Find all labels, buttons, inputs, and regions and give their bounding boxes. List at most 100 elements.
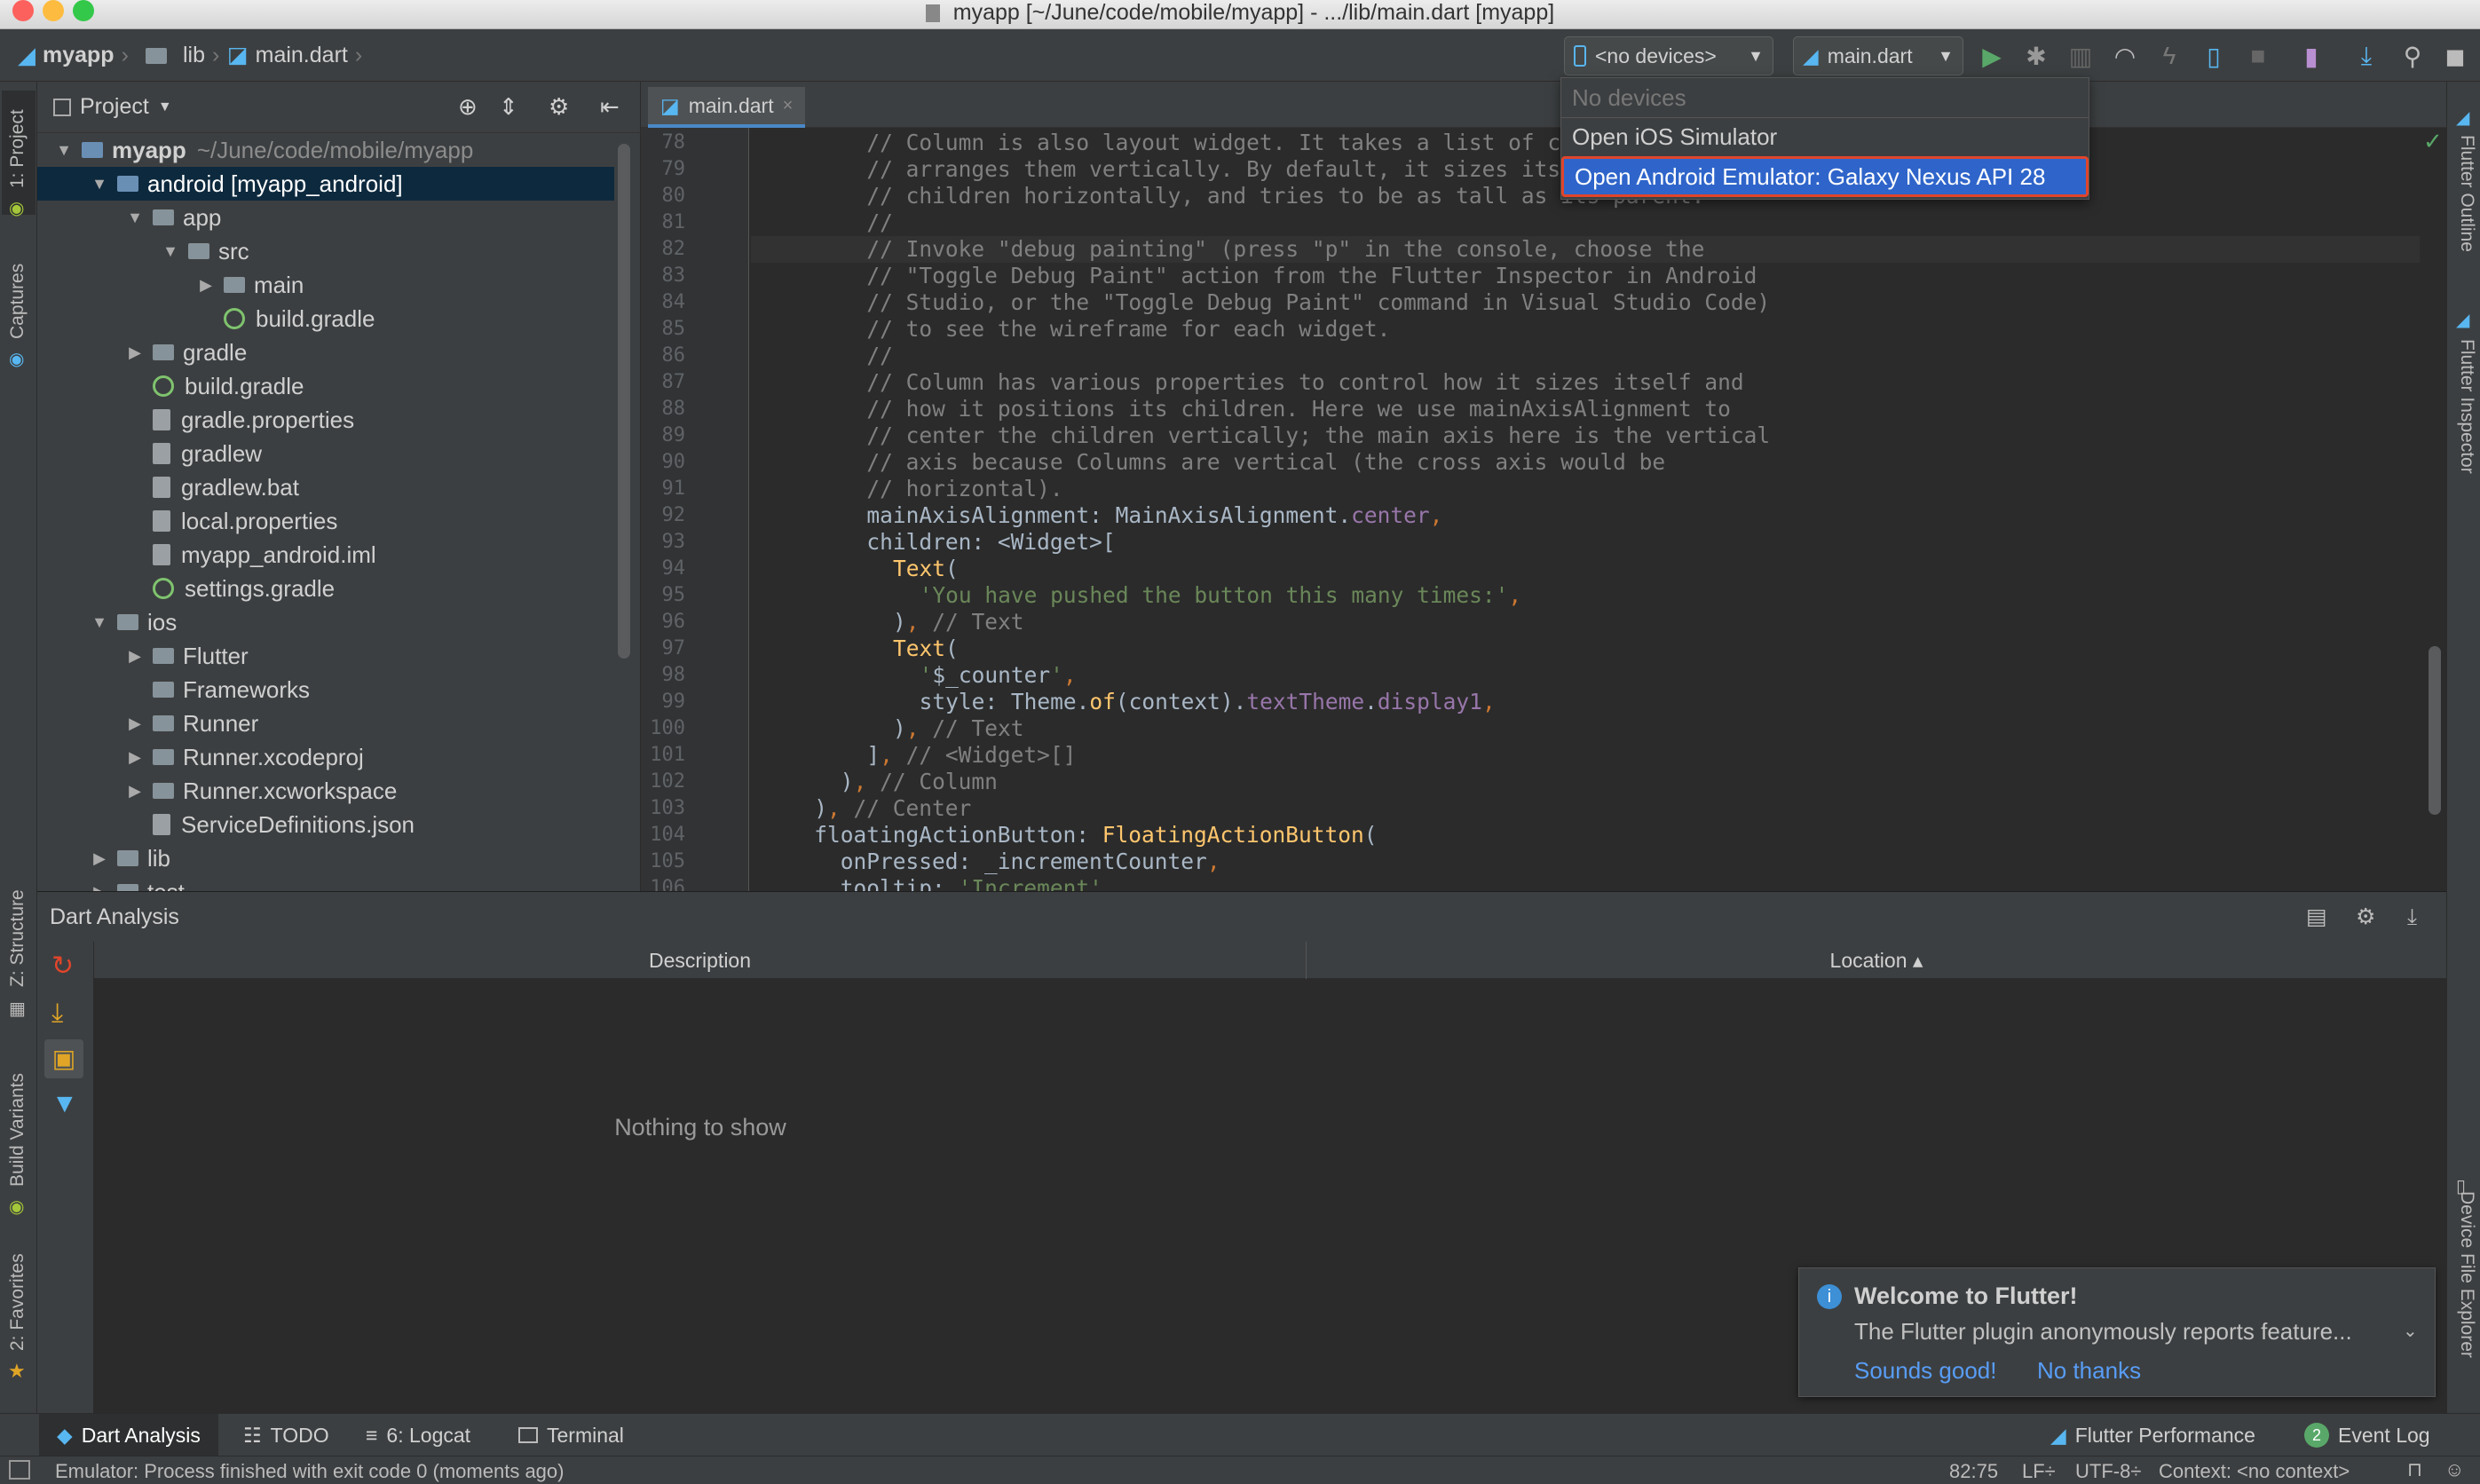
tab-favorites[interactable]: 2: Favorites <box>7 1253 28 1351</box>
breadcrumb-project[interactable]: ◢ myapp › <box>18 29 129 82</box>
expand-arrow-icon[interactable]: ▼ <box>160 242 181 261</box>
collapse-arrow-icon[interactable]: ▶ <box>124 748 146 767</box>
zoom-window-button[interactable] <box>73 0 94 21</box>
location-column-header[interactable]: Location ▴ <box>1307 942 2446 979</box>
minimize-window-button[interactable] <box>43 0 64 21</box>
breadcrumb-folder[interactable]: lib › <box>146 29 219 82</box>
chevron-down-icon[interactable]: ▼ <box>158 99 172 115</box>
debug-icon[interactable]: ✱ <box>2020 40 2052 72</box>
tree-item[interactable]: build.gradle <box>37 369 614 403</box>
tree-item[interactable]: ▶ gradle <box>37 335 614 369</box>
tab-structure[interactable]: Z: Structure <box>7 889 28 987</box>
tree-item[interactable]: ▶ main <box>37 268 614 302</box>
collapse-arrow-icon[interactable]: ▶ <box>124 343 146 362</box>
cursor-position[interactable]: 82:75 <box>1949 1460 1998 1483</box>
editor-scrollbar[interactable] <box>2429 646 2441 815</box>
context-indicator[interactable]: Context: <no context> <box>2159 1460 2350 1483</box>
tree-item[interactable]: build.gradle <box>37 302 614 335</box>
hide-panel-icon[interactable]: ⤓ <box>2407 892 2417 942</box>
group-icon[interactable]: ▣ <box>44 1039 83 1078</box>
chevron-down-icon[interactable]: ⌄ <box>2403 1320 2418 1342</box>
open-android-emulator-item[interactable]: Open Android Emulator: Galaxy Nexus API … <box>1561 156 2089 197</box>
stop-icon[interactable]: ■ <box>2242 40 2274 72</box>
code-area[interactable]: // Column is also layout widget. It take… <box>751 128 2420 891</box>
tree-item[interactable]: myapp_android.iml <box>37 538 614 572</box>
run-configuration-selector[interactable]: ◢ main.dart ▼ <box>1793 36 1963 75</box>
no-thanks-link[interactable]: No thanks <box>2037 1357 2141 1385</box>
tab-event-log[interactable]: 2 Event Log <box>2304 1414 2430 1456</box>
tree-item[interactable]: ▶ Runner <box>37 706 614 740</box>
filter-icon[interactable]: ▼ <box>51 1089 78 1119</box>
close-tab-icon[interactable]: × <box>783 96 794 116</box>
sounds-good-link[interactable]: Sounds good! <box>1854 1357 1996 1385</box>
tree-item[interactable]: gradlew <box>37 437 614 470</box>
line-separator[interactable]: LF÷ <box>2022 1460 2056 1483</box>
tree-item[interactable]: settings.gradle <box>37 572 614 605</box>
toggle-tool-windows-icon[interactable] <box>9 1460 30 1480</box>
tree-item[interactable]: Frameworks <box>37 673 614 706</box>
gear-icon[interactable]: ⚙ <box>549 93 569 121</box>
profile-icon[interactable]: ▥ <box>2065 40 2097 72</box>
tab-dart-analysis[interactable]: ◆ Dart Analysis <box>39 1414 218 1456</box>
tab-flutter-inspector[interactable]: Flutter Inspector <box>2456 339 2477 474</box>
tab-project[interactable]: 1: Project <box>7 109 28 188</box>
collapse-arrow-icon[interactable]: ▶ <box>124 714 146 733</box>
tree-item[interactable]: gradle.properties <box>37 403 614 437</box>
project-view-selector[interactable]: Project <box>80 94 149 120</box>
tree-item[interactable]: ▼ ios <box>37 605 614 639</box>
tab-terminal[interactable]: Terminal <box>518 1414 624 1456</box>
tree-item[interactable]: ▼ app <box>37 201 614 234</box>
gear-icon[interactable]: ⚙ <box>2356 892 2375 942</box>
tree-item[interactable]: gradlew.bat <box>37 470 614 504</box>
tab-device-file-explorer[interactable]: Device File Explorer <box>2456 1191 2477 1358</box>
search-icon[interactable]: ⚲ <box>2397 40 2429 72</box>
tree-item[interactable]: ▼ android [myapp_android] <box>37 167 614 201</box>
tab-flutter-performance[interactable]: ◢ Flutter Performance <box>2050 1414 2255 1456</box>
tab-flutter-outline[interactable]: Flutter Outline <box>2456 135 2477 252</box>
autoscroll-icon[interactable]: ⤓ <box>51 999 63 1029</box>
hot-reload-icon[interactable]: ϟ <box>2153 40 2185 72</box>
avd-manager-icon[interactable]: ▮ <box>2295 40 2327 72</box>
collapse-arrow-icon[interactable]: ▶ <box>124 647 146 666</box>
tree-item[interactable]: ServiceDefinitions.json <box>37 808 614 841</box>
run-icon[interactable]: ▶ <box>1976 40 2008 72</box>
tab-main-dart[interactable]: ◪ main.dart × <box>648 87 806 128</box>
status-message[interactable]: Emulator: Process finished with exit cod… <box>55 1460 564 1483</box>
hide-panel-icon[interactable]: ⇤ <box>600 93 620 121</box>
tree-item[interactable]: ▼ myapp ~/June/code/mobile/myapp <box>37 133 614 167</box>
description-column-header[interactable]: Description <box>94 942 1307 979</box>
file-encoding[interactable]: UTF-8÷ <box>2075 1460 2141 1483</box>
collapse-arrow-icon[interactable]: ▶ <box>89 883 110 892</box>
tab-todo[interactable]: ☷ TODO <box>243 1414 329 1456</box>
tree-item[interactable]: ▶ Runner.xcodeproj <box>37 740 614 774</box>
hot-restart-icon[interactable]: ▯ <box>2198 40 2230 72</box>
project-scrollbar[interactable] <box>618 144 630 659</box>
expand-arrow-icon[interactable]: ▼ <box>124 209 146 227</box>
breadcrumb-file[interactable]: ◪ main.dart › <box>227 29 362 82</box>
collapse-arrow-icon[interactable]: ▶ <box>124 782 146 801</box>
user-icon[interactable]: ◼ <box>2439 40 2471 72</box>
tab-build-variants[interactable]: Build Variants <box>7 1073 28 1187</box>
attach-icon[interactable]: ◠ <box>2109 40 2141 72</box>
device-selector[interactable]: <no devices> ▼ <box>1564 36 1773 75</box>
inspector-icon[interactable]: ☺ <box>2444 1458 2464 1481</box>
open-ios-simulator-item[interactable]: Open iOS Simulator <box>1572 119 1777 154</box>
close-window-button[interactable] <box>12 0 34 21</box>
tree-item[interactable]: ▶ test <box>37 875 614 891</box>
tab-captures[interactable]: Captures <box>7 264 28 339</box>
collapse-arrow-icon[interactable]: ▶ <box>89 849 110 868</box>
tree-item[interactable]: ▶ Flutter <box>37 639 614 673</box>
expand-arrow-icon[interactable]: ▼ <box>89 613 110 632</box>
tree-item[interactable]: ▼ src <box>37 234 614 268</box>
collapse-arrow-icon[interactable]: ▶ <box>195 276 217 295</box>
tree-item[interactable]: local.properties <box>37 504 614 538</box>
locate-icon[interactable]: ⊕ <box>458 93 478 121</box>
sdk-manager-icon[interactable]: ⤓ <box>2350 40 2382 72</box>
tree-item[interactable]: ▶ lib <box>37 841 614 875</box>
expand-arrow-icon[interactable]: ▼ <box>53 141 75 160</box>
refresh-icon[interactable]: ↻ <box>51 951 74 982</box>
lock-icon[interactable]: ⊓ <box>2407 1458 2422 1481</box>
comment-icon[interactable]: ▤ <box>2306 892 2327 942</box>
collapse-all-icon[interactable]: ⇕ <box>499 93 518 121</box>
tab-logcat[interactable]: ≡ 6: Logcat <box>366 1414 470 1456</box>
